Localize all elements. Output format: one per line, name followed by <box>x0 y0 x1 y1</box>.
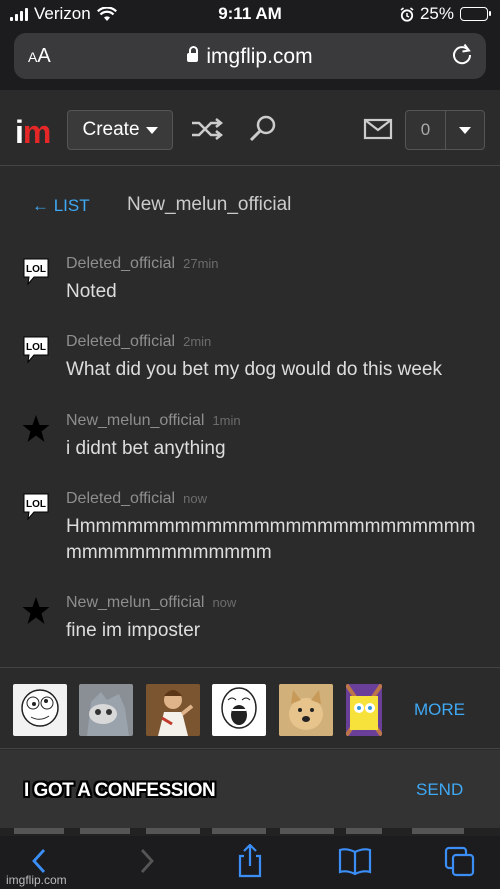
meme-thumbnail[interactable] <box>279 684 333 736</box>
battery-icon <box>460 7 491 21</box>
lock-icon <box>187 46 199 62</box>
share-icon[interactable] <box>232 844 268 878</box>
message-time: now <box>212 595 237 610</box>
site-header: im Create 0 <box>0 90 500 166</box>
svg-text:LOL: LOL <box>26 342 46 353</box>
search-icon[interactable] <box>246 114 280 144</box>
notifications-dropdown[interactable] <box>446 111 484 149</box>
chevron-down-icon <box>145 126 158 134</box>
message-time: 1min <box>212 413 241 428</box>
send-button[interactable]: SEND <box>416 780 463 800</box>
status-right: 25% <box>400 4 491 24</box>
url-display[interactable]: imgflip.com <box>14 45 486 69</box>
scroll-content-strip <box>0 828 500 836</box>
imgflip-logo[interactable]: im <box>15 114 51 151</box>
meme-thumbnail[interactable] <box>79 684 133 736</box>
message-author[interactable]: Deleted_official <box>66 255 175 272</box>
message-text: i didnt bet anything <box>66 438 226 459</box>
svg-text:LOL: LOL <box>26 499 46 510</box>
message-input-text: I GOT A CONFESSION <box>24 780 216 801</box>
lol-icon: LOL <box>23 258 49 286</box>
message-text: fine im imposter <box>66 620 201 641</box>
create-button[interactable]: Create <box>67 110 173 150</box>
lol-icon: LOL <box>23 336 49 364</box>
meme-picker: MORE <box>0 667 500 749</box>
unsettled-tom-meme <box>87 692 129 736</box>
message-meta: Deleted_official now <box>66 490 207 508</box>
message-text: What did you bet my dog would do this we… <box>66 359 442 380</box>
meme-thumbnail[interactable] <box>146 684 200 736</box>
svg-text:LOL: LOL <box>26 264 46 275</box>
conversation-header: ← LIST New_melun_official <box>0 190 500 222</box>
create-label: Create <box>82 119 140 140</box>
address-bar[interactable]: AA imgflip.com <box>14 33 486 79</box>
message-text: Noted <box>66 281 117 302</box>
message-meta: New_melun_official 1min <box>66 412 241 430</box>
message-meta: Deleted_official 27min <box>66 255 219 273</box>
message-author[interactable]: New_melun_official <box>66 594 204 611</box>
message-author[interactable]: New_melun_official <box>66 412 204 429</box>
message-text: Hmmmmmmmmmmmmmmmmmmmmmmmmmmmmmmmmmmmmmm <box>66 516 476 563</box>
notifications-button[interactable]: 0 <box>405 110 485 150</box>
doge-meme <box>279 684 333 736</box>
derp-meme <box>21 689 59 727</box>
meme-thumbnail[interactable] <box>13 684 67 736</box>
tabs-icon[interactable] <box>442 844 478 878</box>
message-composer: I GOT A CONFESSION SEND <box>0 750 500 828</box>
message-time: 2min <box>183 334 212 349</box>
browser-address-area: AA imgflip.com <box>0 28 500 90</box>
status-bar: Verizon 9:11 AM 25% <box>0 0 500 28</box>
message-meta: Deleted_official 2min <box>66 333 211 351</box>
conversation-title: New_melun_official <box>127 194 292 215</box>
forward-icon[interactable] <box>128 844 164 878</box>
shuffle-icon[interactable] <box>190 114 224 144</box>
meme-thumbnail[interactable] <box>346 684 382 736</box>
notification-count: 0 <box>406 111 446 149</box>
bookmarks-icon[interactable] <box>337 844 373 878</box>
message-input[interactable]: I GOT A CONFESSION <box>0 750 390 828</box>
url-text: imgflip.com <box>206 45 313 68</box>
message-author[interactable]: Deleted_official <box>66 490 175 507</box>
browser-toolbar: imgflip.com <box>0 836 500 889</box>
imgflip-watermark: imgflip.com <box>6 873 67 887</box>
back-to-list-link[interactable]: ← LIST <box>32 196 90 216</box>
battery-percent: 25% <box>419 4 454 23</box>
meme-thumbnail[interactable] <box>212 684 266 736</box>
chevron-down-icon <box>459 126 471 134</box>
message-time: now <box>183 491 207 506</box>
star-icon <box>22 415 50 442</box>
star-icon <box>22 597 50 624</box>
alarm-icon <box>400 6 414 22</box>
imagination-spongebob-meme <box>346 684 382 736</box>
message-author[interactable]: Deleted_official <box>66 333 175 350</box>
message-time: 27min <box>183 256 219 271</box>
reload-icon[interactable] <box>450 42 474 66</box>
more-memes-link[interactable]: MORE <box>414 700 465 720</box>
lol-rage-face-meme <box>221 687 257 729</box>
mail-icon[interactable] <box>362 114 396 144</box>
message-meta: New_melun_official now <box>66 594 236 612</box>
buddy-christ-meme <box>146 684 200 736</box>
lol-icon: LOL <box>23 493 49 521</box>
